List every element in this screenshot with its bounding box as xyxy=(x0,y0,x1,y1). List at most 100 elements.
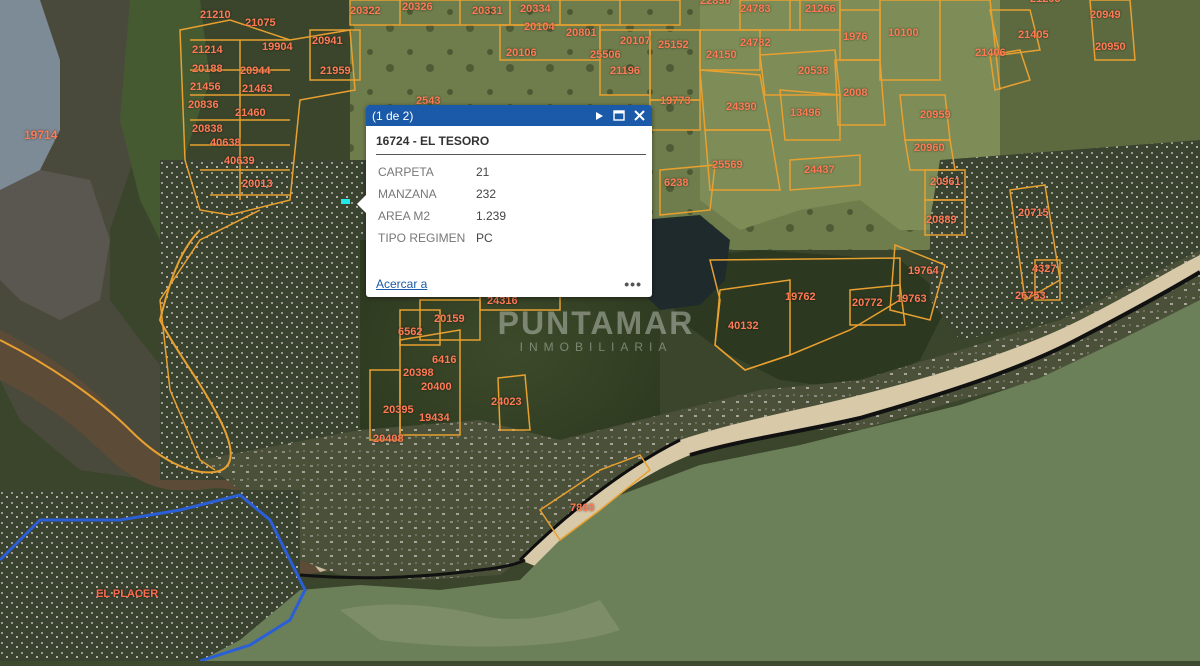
parcel-label: 19762 xyxy=(785,291,816,303)
parcel-label: 40638 xyxy=(210,137,241,149)
parcel-label: 24437 xyxy=(804,164,835,176)
parcel-label: 20159 xyxy=(434,313,465,325)
map-imagery xyxy=(0,0,1200,663)
parcel-label: 20715 xyxy=(1018,207,1049,219)
parcel-label: 6238 xyxy=(664,177,689,189)
parcel-label: 21196 xyxy=(610,65,640,77)
attribute-row: TIPO REGIMEN PC xyxy=(376,227,506,249)
parcel-label: 20400 xyxy=(421,381,452,393)
parcel-label: 21406 xyxy=(975,47,1006,59)
parcel-label: 20331 xyxy=(472,5,503,17)
close-icon[interactable] xyxy=(632,109,646,123)
parcel-label: 20889 xyxy=(926,214,957,226)
attribute-table: CARPETA 21 MANZANA 232 AREA M2 1.239 TIP… xyxy=(376,161,506,249)
parcel-label: 21456 xyxy=(190,81,221,93)
parcel-label: 20538 xyxy=(798,65,829,77)
parcel-label: 20959 xyxy=(920,109,951,121)
parcel-label: 7860 xyxy=(570,502,595,514)
parcel-label: 20941 xyxy=(312,35,343,47)
parcel-label: 20334 xyxy=(520,3,551,15)
parcel-label: 20960 xyxy=(914,142,945,154)
attribute-key: AREA M2 xyxy=(378,209,431,223)
selected-parcel-marker[interactable] xyxy=(341,199,350,204)
parcel-label: 20961 xyxy=(930,176,961,188)
parcel-label: 20104 xyxy=(524,21,555,33)
parcel-label: 21460 xyxy=(235,107,266,119)
popup-title: 16724 - EL TESORO xyxy=(376,134,646,155)
parcel-label: 19434 xyxy=(419,412,450,424)
parcel-label: 24316 xyxy=(487,295,518,307)
parcel-label: 6416 xyxy=(432,354,457,366)
parcel-label: 25506 xyxy=(590,49,621,61)
parcel-label: 6562 xyxy=(398,326,423,338)
parcel-label: 19773 xyxy=(660,95,691,107)
attribute-value: 1.239 xyxy=(476,209,507,223)
popup-header: (1 de 2) xyxy=(366,105,652,126)
attribute-row: MANZANA 232 xyxy=(376,183,506,205)
parcel-label: 21959 xyxy=(320,65,351,77)
attribute-value: 232 xyxy=(476,187,497,201)
parcel-label: 24023 xyxy=(491,396,522,408)
parcel-label: 20013 xyxy=(242,178,273,190)
attribute-value: PC xyxy=(476,231,493,245)
parcel-label: 20801 xyxy=(566,27,597,39)
more-options-button[interactable]: ••• xyxy=(624,276,642,292)
parcel-label: 19763 xyxy=(896,293,927,305)
parcel-label: 24782 xyxy=(740,37,771,49)
parcel-label: 20838 xyxy=(192,123,223,135)
parcel-label: 10100 xyxy=(888,27,919,39)
parcel-label: 21214 xyxy=(192,44,223,56)
parcel-label: 21266 xyxy=(805,3,836,15)
parcel-label: 40132 xyxy=(728,320,759,332)
map-canvas[interactable]: 20322 20326 20331 20334 22896 24783 2126… xyxy=(0,0,1200,663)
parcel-label: 20106 xyxy=(506,47,537,59)
parcel-label: 20395 xyxy=(383,404,414,416)
parcel-label: 21205 xyxy=(1030,0,1061,5)
parcel-label: 25152 xyxy=(658,39,689,51)
parcel-label: 20836 xyxy=(188,99,219,111)
parcel-label: 20188 xyxy=(192,63,223,75)
parcel-label: 40639 xyxy=(224,155,255,167)
popup-body: 16724 - EL TESORO CARPETA 21 MANZANA 232… xyxy=(366,126,652,249)
parcel-label: 24150 xyxy=(706,49,737,61)
attribute-key: CARPETA xyxy=(378,165,434,179)
maximize-icon[interactable] xyxy=(612,109,626,123)
attribute-value: 21 xyxy=(476,165,490,179)
parcel-label: 19904 xyxy=(262,41,293,53)
parcel-label: 1976 xyxy=(843,31,868,43)
parcel-label: 21463 xyxy=(242,83,273,95)
parcel-label: 22896 xyxy=(700,0,731,7)
parcel-label: 20950 xyxy=(1095,41,1126,53)
parcel-label: 20772 xyxy=(852,297,883,309)
attribute-key: MANZANA xyxy=(378,187,437,201)
parcel-label: 20107 xyxy=(620,35,651,47)
parcel-label: 21210 xyxy=(200,9,231,21)
parcel-label: 2008 xyxy=(843,87,868,99)
parcel-label: 20322 xyxy=(350,5,381,17)
parcel-label: 13496 xyxy=(790,107,821,119)
parcel-label: 24390 xyxy=(726,101,757,113)
parcel-label: 21405 xyxy=(1018,29,1049,41)
parcel-label: 20326 xyxy=(402,1,433,13)
parcel-label: 20944 xyxy=(240,65,271,77)
parcel-label: 19714 xyxy=(24,128,58,142)
parcel-label: 20398 xyxy=(403,367,434,379)
parcel-label: 20949 xyxy=(1090,9,1121,21)
parcel-label: 20408 xyxy=(373,433,404,445)
popup-counter: (1 de 2) xyxy=(372,108,414,123)
attribute-key: TIPO REGIMEN xyxy=(378,231,466,245)
info-popup: (1 de 2) 16724 - EL TESORO CARPETA 21 MA… xyxy=(357,105,652,297)
popup-footer: Acercar a ••• xyxy=(376,276,642,292)
parcel-label: 26753 xyxy=(1015,290,1046,302)
parcel-label: 4327 xyxy=(1032,263,1057,275)
parcel-label: 21075 xyxy=(245,17,276,29)
parcel-label: 24783 xyxy=(740,3,771,15)
attribute-row: AREA M2 1.239 xyxy=(376,205,506,227)
play-icon[interactable] xyxy=(592,109,606,123)
parcel-label: 19764 xyxy=(908,265,939,277)
popup-pointer xyxy=(357,195,366,213)
place-label-el-placer: EL PLACER xyxy=(96,588,159,600)
zoom-to-link[interactable]: Acercar a xyxy=(376,277,427,291)
attribute-row: CARPETA 21 xyxy=(376,161,506,183)
parcel-label: 25569 xyxy=(712,159,743,171)
